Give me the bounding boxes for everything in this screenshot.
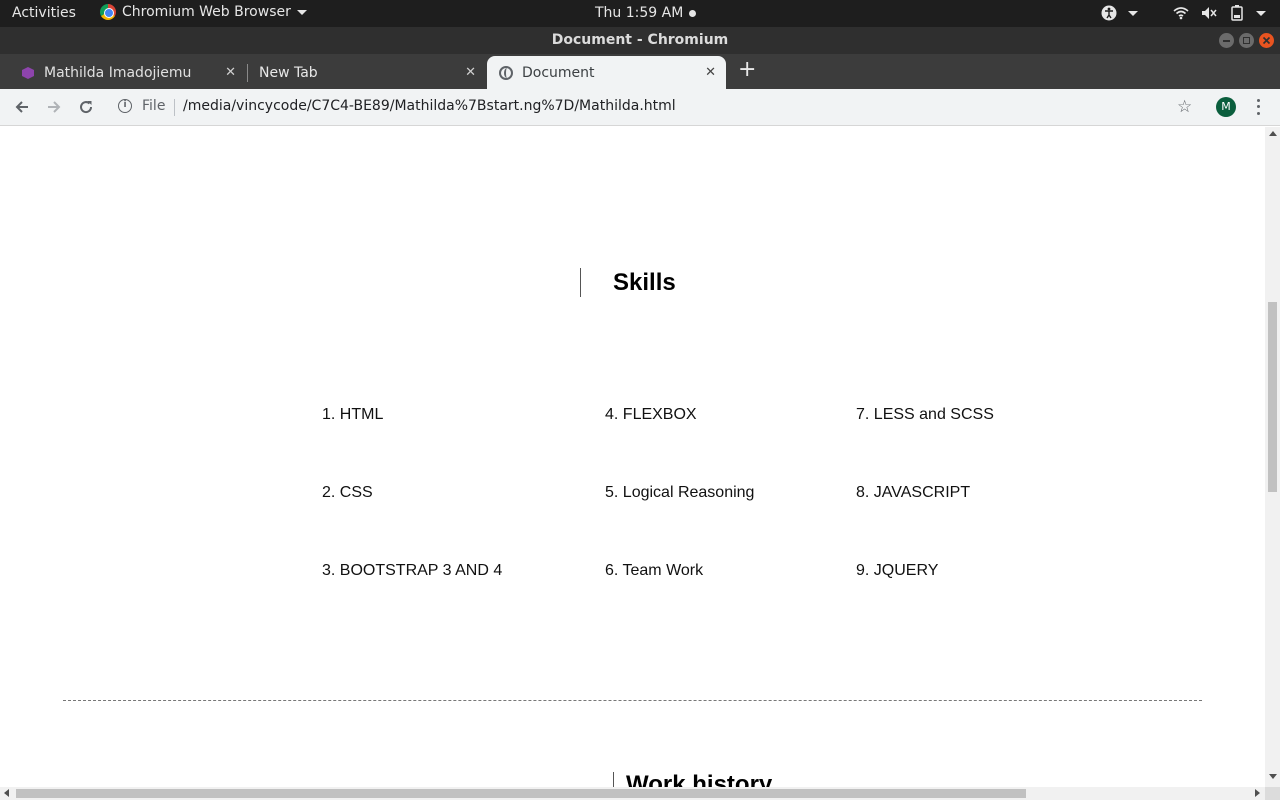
skill-item: 6. Team Work <box>605 562 704 579</box>
clock-label: Thu 1:59 AM <box>595 5 684 21</box>
tab-label: New Tab <box>259 64 318 81</box>
horizontal-scrollbar[interactable] <box>0 787 1265 800</box>
skill-item: 3. BOOTSTRAP 3 AND 4 <box>322 562 503 579</box>
wifi-icon[interactable] <box>1172 4 1190 22</box>
omnibox-divider <box>174 99 175 116</box>
section-divider <box>63 700 1202 701</box>
info-icon[interactable]: i <box>118 99 132 113</box>
skills-heading: Skills <box>613 269 676 296</box>
clock[interactable]: Thu 1:59 AM <box>595 5 697 21</box>
skill-item: 9. JQUERY <box>856 562 939 579</box>
work-history-heading: Work history <box>626 771 773 787</box>
tab-strip: Mathilda Imadojiemu - Lu ✕ New Tab ✕ Doc… <box>0 54 1280 89</box>
system-tray[interactable] <box>1100 4 1266 22</box>
horizontal-scroll-thumb[interactable] <box>16 789 1026 798</box>
skill-item: 1. HTML <box>322 406 384 423</box>
heading-accent-bar <box>613 772 614 787</box>
back-button[interactable] <box>12 97 32 117</box>
volume-muted-icon[interactable] <box>1200 4 1218 22</box>
tab-new-tab[interactable]: New Tab ✕ <box>248 56 486 89</box>
tab-mathilda[interactable]: Mathilda Imadojiemu - Lu ✕ <box>10 56 246 89</box>
skill-item: 7. LESS and SCSS <box>856 406 994 423</box>
vertical-scroll-thumb[interactable] <box>1268 302 1277 492</box>
window-title-bar[interactable]: Document - Chromium <box>0 27 1280 54</box>
scheme-label: File <box>142 98 166 114</box>
tab-document[interactable]: Document ✕ <box>487 56 726 89</box>
maximize-button[interactable] <box>1239 33 1254 48</box>
skill-item: 8. JAVASCRIPT <box>856 484 971 501</box>
skill-item: 2. CSS <box>322 484 373 501</box>
arrow-left-icon <box>15 101 28 113</box>
globe-icon <box>499 66 513 80</box>
scroll-up-icon[interactable] <box>1269 131 1277 136</box>
tab-label: Document <box>522 64 595 81</box>
chromium-icon <box>100 4 116 20</box>
app-menu-label: Chromium Web Browser <box>122 4 291 20</box>
profile-avatar[interactable]: M <box>1216 97 1236 117</box>
skill-item: 5. Logical Reasoning <box>605 484 755 501</box>
chevron-down-icon[interactable] <box>1256 10 1266 16</box>
menu-kebab-icon[interactable] <box>1251 97 1265 117</box>
close-tab-icon[interactable]: ✕ <box>225 65 236 80</box>
vertical-scrollbar[interactable] <box>1265 127 1280 787</box>
close-tab-icon[interactable]: ✕ <box>705 65 716 80</box>
address-bar[interactable]: i File /media/vincycode/C7C4-BE89/Mathil… <box>110 94 1160 121</box>
app-menu[interactable]: Chromium Web Browser <box>100 4 307 20</box>
reload-icon <box>80 101 93 114</box>
scrollbar-corner <box>1265 787 1280 800</box>
system-top-bar: Activities Chromium Web Browser Thu 1:59… <box>0 0 1280 27</box>
close-icon <box>1262 36 1271 45</box>
site-favicon-icon <box>22 67 34 79</box>
browser-toolbar: i File /media/vincycode/C7C4-BE89/Mathil… <box>0 89 1280 126</box>
reload-button[interactable] <box>76 97 96 117</box>
new-tab-button[interactable]: + <box>738 59 756 81</box>
close-window-button[interactable] <box>1259 33 1274 48</box>
page-viewport: Skills 1. HTML 2. CSS 3. BOOTSTRAP 3 AND… <box>0 127 1265 787</box>
close-tab-icon[interactable]: ✕ <box>465 65 476 80</box>
skill-item: 4. FLEXBOX <box>605 406 697 423</box>
notification-dot-icon <box>689 9 697 17</box>
activities-button[interactable]: Activities <box>12 5 76 21</box>
minimize-button[interactable] <box>1219 33 1234 48</box>
bookmark-star-icon[interactable]: ☆ <box>1177 97 1192 117</box>
forward-button[interactable] <box>44 97 64 117</box>
chevron-down-icon <box>296 9 307 15</box>
scroll-down-icon[interactable] <box>1269 774 1277 779</box>
heading-accent-bar <box>580 268 581 297</box>
scroll-left-icon[interactable] <box>4 789 9 797</box>
tab-label: Mathilda Imadojiemu - Lu <box>44 64 194 81</box>
accessibility-icon[interactable] <box>1100 4 1118 22</box>
arrow-right-icon <box>48 101 61 113</box>
battery-icon[interactable] <box>1228 4 1246 22</box>
url-text[interactable]: /media/vincycode/C7C4-BE89/Mathilda%7Bst… <box>183 98 676 114</box>
window-title: Document - Chromium <box>551 32 729 48</box>
chevron-down-icon <box>1128 10 1138 16</box>
scroll-right-icon[interactable] <box>1255 789 1260 797</box>
